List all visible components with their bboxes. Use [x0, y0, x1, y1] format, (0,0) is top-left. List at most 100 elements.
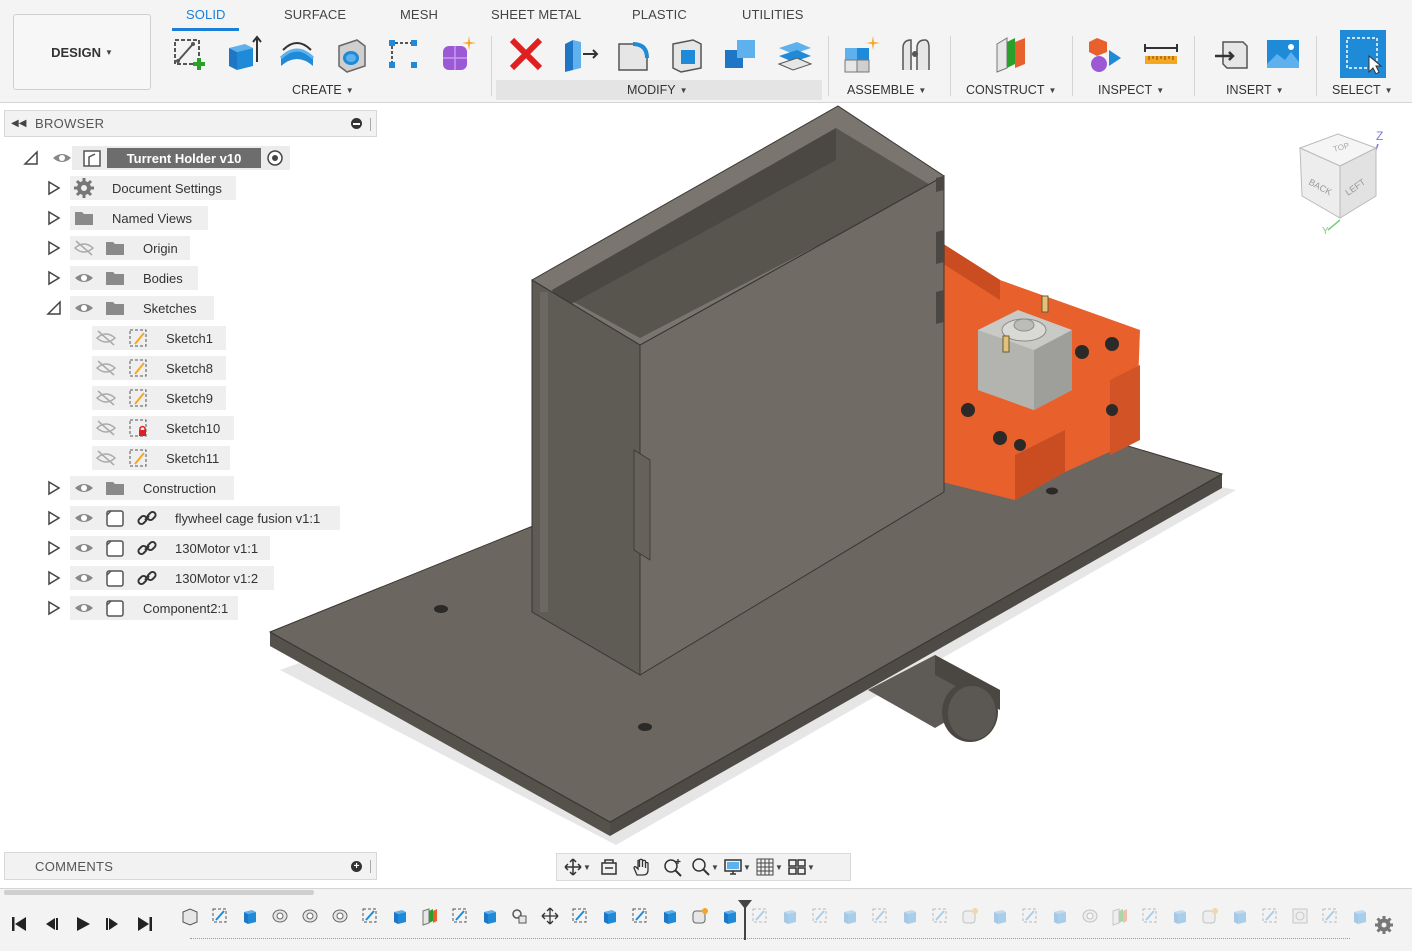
- visibility-eye-icon[interactable]: [73, 537, 95, 559]
- expand-triangle-icon[interactable]: [46, 180, 62, 196]
- add-comment-icon[interactable]: +: [351, 861, 362, 872]
- timeline-feature-extrude-icon[interactable]: [1350, 906, 1370, 926]
- timeline-feature-revolve-icon[interactable]: [270, 906, 290, 926]
- expand-triangle-icon[interactable]: [46, 510, 62, 526]
- timeline-feature-extrude-icon[interactable]: [480, 906, 500, 926]
- tab-mesh[interactable]: MESH: [400, 7, 438, 22]
- joint-icon[interactable]: [894, 32, 936, 76]
- expand-triangle-icon[interactable]: [46, 210, 62, 226]
- timeline-feature-form-icon[interactable]: [690, 906, 710, 926]
- look-at-icon[interactable]: [593, 855, 625, 879]
- play-icon[interactable]: [72, 913, 94, 935]
- viewports-icon[interactable]: ▼: [785, 855, 817, 879]
- go-to-end-icon[interactable]: [134, 913, 156, 935]
- tab-plastic[interactable]: PLASTIC: [632, 7, 687, 22]
- select-menu[interactable]: SELECT ▼: [1332, 83, 1393, 97]
- expand-triangle-icon[interactable]: [46, 270, 62, 286]
- pan-hand-icon[interactable]: [625, 855, 657, 879]
- press-pull-icon[interactable]: [558, 32, 600, 76]
- timeline-feature-sketch-icon[interactable]: [810, 906, 830, 926]
- construct-menu[interactable]: CONSTRUCT ▼: [966, 83, 1056, 97]
- timeline-scrollbar[interactable]: [4, 890, 314, 895]
- timeline-feature-move-icon[interactable]: [540, 906, 560, 926]
- timeline-feature-comp-icon[interactable]: [180, 906, 200, 926]
- timeline-feature-extrude-icon[interactable]: [660, 906, 680, 926]
- timeline-feature-extrude-icon[interactable]: [240, 906, 260, 926]
- tab-surface[interactable]: SURFACE: [284, 7, 346, 22]
- go-to-start-icon[interactable]: [8, 913, 30, 935]
- zoom-icon[interactable]: [657, 855, 689, 879]
- timeline-feature-sketch-icon[interactable]: [870, 906, 890, 926]
- assemble-menu[interactable]: ASSEMBLE ▼: [847, 83, 926, 97]
- timeline-feature-sketch-icon[interactable]: [570, 906, 590, 926]
- visibility-eye-icon[interactable]: [73, 597, 95, 619]
- timeline-feature-sketch-icon[interactable]: [360, 906, 380, 926]
- new-component-icon[interactable]: [840, 32, 882, 76]
- timeline-feature-sketch-icon[interactable]: [1140, 906, 1160, 926]
- timeline-feature-extrude-icon[interactable]: [1050, 906, 1070, 926]
- visibility-eye-icon[interactable]: [73, 567, 95, 589]
- timeline-feature-form-icon[interactable]: [960, 906, 980, 926]
- timeline-feature-extrude-icon[interactable]: [780, 906, 800, 926]
- modify-menu[interactable]: MODIFY ▼: [627, 83, 688, 97]
- create-sketch-icon[interactable]: [168, 32, 210, 76]
- visibility-hidden-icon[interactable]: [95, 447, 117, 469]
- activate-radio-icon[interactable]: [264, 147, 286, 169]
- timeline-feature-hole-icon[interactable]: [1290, 906, 1310, 926]
- fit-zoom-icon[interactable]: ▼: [689, 855, 721, 879]
- fillet-icon[interactable]: [612, 32, 654, 76]
- visibility-eye-icon[interactable]: [73, 477, 95, 499]
- hole-icon[interactable]: [330, 32, 372, 76]
- offset-face-icon[interactable]: [774, 32, 816, 76]
- timeline-feature-sketch-icon[interactable]: [1260, 906, 1280, 926]
- timeline-feature-revolve-icon[interactable]: [1080, 906, 1100, 926]
- create-menu[interactable]: CREATE ▼: [292, 83, 354, 97]
- expand-triangle-icon[interactable]: [46, 570, 62, 586]
- timeline-feature-form-icon[interactable]: [1200, 906, 1220, 926]
- inspect-menu[interactable]: INSPECT ▼: [1098, 83, 1164, 97]
- visibility-hidden-icon[interactable]: [95, 357, 117, 379]
- tab-solid[interactable]: SOLID: [186, 7, 226, 22]
- expand-triangle-icon[interactable]: [46, 540, 62, 556]
- timeline-feature-extrude-icon[interactable]: [840, 906, 860, 926]
- visibility-hidden-icon[interactable]: [95, 387, 117, 409]
- grid-settings-icon[interactable]: ▼: [753, 855, 785, 879]
- step-forward-icon[interactable]: [102, 913, 124, 935]
- timeline-feature-extrude-icon[interactable]: [990, 906, 1010, 926]
- measure-icon[interactable]: [1140, 32, 1182, 76]
- timeline-marker[interactable]: [738, 900, 752, 940]
- orbit-icon[interactable]: ▼: [561, 855, 593, 879]
- browser-minimize-icon[interactable]: [351, 118, 362, 129]
- select-tool-icon[interactable]: [1340, 30, 1386, 78]
- timeline-feature-revolve-icon[interactable]: [330, 906, 350, 926]
- timeline-feature-sketch-icon[interactable]: [1020, 906, 1040, 926]
- collapse-triangle-icon[interactable]: [23, 150, 39, 166]
- timeline-feature-sketch-icon[interactable]: [750, 906, 770, 926]
- visibility-eye-icon[interactable]: [73, 297, 95, 319]
- delete-icon[interactable]: [505, 32, 547, 76]
- collapse-triangle-icon[interactable]: [46, 300, 62, 316]
- viewcube[interactable]: TOP BACK LEFT Z Y: [1290, 126, 1390, 236]
- visibility-hidden-icon[interactable]: [95, 327, 117, 349]
- panel-grip-icon[interactable]: [370, 860, 372, 873]
- visibility-eye-icon[interactable]: [51, 147, 73, 169]
- shell-icon[interactable]: [666, 32, 708, 76]
- timeline-feature-revolve-icon[interactable]: [300, 906, 320, 926]
- step-back-icon[interactable]: [40, 913, 62, 935]
- tab-utilities[interactable]: UTILITIES: [742, 7, 804, 22]
- timeline-feature-sketch-icon[interactable]: [1320, 906, 1340, 926]
- combine-icon[interactable]: [720, 32, 762, 76]
- insert-canvas-icon[interactable]: [1262, 32, 1304, 76]
- display-settings-icon[interactable]: ▼: [721, 855, 753, 879]
- visibility-hidden-icon[interactable]: [95, 417, 117, 439]
- insert-menu[interactable]: INSERT ▼: [1226, 83, 1284, 97]
- timeline-feature-sketch-icon[interactable]: [630, 906, 650, 926]
- visibility-hidden-icon[interactable]: [73, 237, 95, 259]
- visibility-eye-icon[interactable]: [73, 507, 95, 529]
- timeline-feature-extrude-icon[interactable]: [720, 906, 740, 926]
- expand-triangle-icon[interactable]: [46, 480, 62, 496]
- panel-grip-icon[interactable]: [370, 118, 372, 131]
- timeline-feature-extrude-icon[interactable]: [1230, 906, 1250, 926]
- timeline-feature-sketch-icon[interactable]: [930, 906, 950, 926]
- timeline-feature-sketch-icon[interactable]: [210, 906, 230, 926]
